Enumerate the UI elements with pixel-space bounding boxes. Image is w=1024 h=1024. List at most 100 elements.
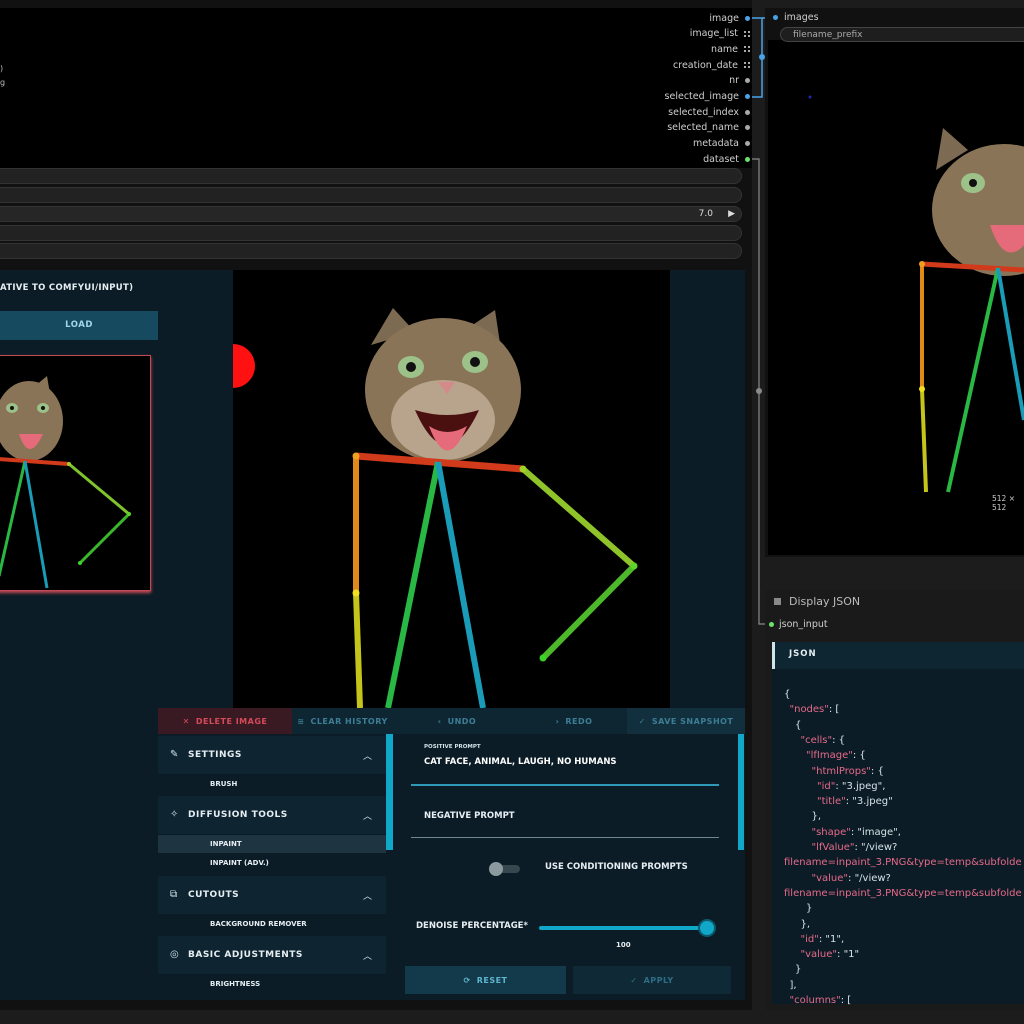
section-diffusion-tools[interactable]: ✧ DIFFUSION TOOLS ︿: [158, 796, 386, 834]
json-key: "htmlProps": [811, 765, 871, 777]
output-label: selected_name: [667, 122, 739, 134]
output-label: metadata: [692, 138, 739, 150]
output-image[interactable]: image: [709, 11, 750, 25]
json-value: : "1": [837, 949, 860, 961]
apply-button[interactable]: ✓ APPLY: [573, 966, 731, 994]
negative-prompt-underline: [411, 837, 719, 838]
output-selected-name[interactable]: selected_name: [667, 121, 750, 135]
chevron-left-icon: ‹: [437, 716, 442, 726]
json-value: {: [784, 689, 791, 700]
save-snapshot-button[interactable]: ✓ SAVE SNAPSHOT: [627, 708, 745, 734]
preview-cat-pose: [808, 95, 1024, 493]
node-collapse-icon[interactable]: [774, 598, 781, 605]
list-slot-icon: [744, 62, 750, 69]
section-basic-adjustments[interactable]: ◎ BASIC ADJUSTMENTS ︿: [158, 936, 386, 974]
undo-button[interactable]: ‹ UNDO: [393, 708, 521, 734]
apply-label: APPLY: [643, 975, 674, 985]
json-key: "cells": [800, 734, 833, 746]
json-value: : "/view?: [848, 872, 891, 884]
list-slot-icon: [744, 30, 750, 37]
tool-item-background-remover[interactable]: BACKGROUND REMOVER: [158, 915, 386, 933]
json-value: },: [800, 918, 811, 930]
widget-row-5[interactable]: [0, 243, 742, 259]
check-icon: ✓: [638, 716, 646, 726]
output-selected-image[interactable]: selected_image: [665, 90, 750, 104]
delete-image-label: DELETE IMAGE: [195, 716, 268, 726]
negative-prompt-input[interactable]: NEGATIVE PROMPT: [424, 811, 515, 821]
filename-prefix-field[interactable]: filename_prefix: [780, 27, 1024, 42]
preview-image: [768, 40, 1024, 555]
json-input[interactable]: json_input: [769, 619, 828, 630]
json-value: },: [811, 811, 822, 823]
tool-item-inpaint-adv[interactable]: INPAINT (ADV.): [158, 854, 386, 872]
save-snapshot-label: SAVE SNAPSHOT: [651, 716, 734, 726]
input-dot-icon: [769, 622, 774, 627]
number-widget[interactable]: 7.0 ▶: [0, 206, 742, 222]
json-value: : "3.jpeg",: [835, 780, 886, 792]
images-input-label: images: [784, 12, 819, 23]
widget-row-4[interactable]: [0, 225, 742, 241]
delete-image-button[interactable]: ✕ DELETE IMAGE: [158, 708, 292, 734]
output-dataset[interactable]: dataset: [703, 152, 750, 166]
widget-row-2[interactable]: [0, 187, 742, 203]
tool-item-inpaint[interactable]: INPAINT: [158, 835, 386, 853]
denoise-slider[interactable]: [539, 926, 707, 930]
section-label: BASIC ADJUSTMENTS: [188, 950, 303, 960]
json-line: "value": "1": [801, 949, 860, 960]
redo-button[interactable]: › REDO: [521, 708, 627, 734]
json-key: "value": [800, 949, 838, 961]
editor-canvas[interactable]: [233, 270, 670, 708]
section-cutouts[interactable]: ⧉ CUTOUTS ︿: [158, 876, 386, 914]
denoise-value: 100: [616, 941, 631, 949]
display-json-title[interactable]: Display JSON: [774, 595, 860, 608]
positive-prompt-underline: [411, 784, 719, 786]
json-value: : "1",: [818, 933, 845, 945]
json-value: : [: [828, 704, 840, 716]
chevron-up-icon: ︿: [362, 811, 372, 822]
clear-history-label: CLEAR HISTORY: [310, 716, 388, 726]
settings-scrollbar[interactable]: [738, 734, 744, 850]
section-settings[interactable]: ✎ SETTINGS ︿: [158, 736, 386, 774]
refresh-icon: ⟳: [463, 975, 471, 985]
denoise-slider-handle[interactable]: [700, 921, 714, 935]
json-line: filename=inpaint_3.PNG&type=temp&subfold…: [784, 888, 1022, 899]
output-label: name: [711, 43, 738, 55]
output-nr[interactable]: nr: [729, 74, 750, 88]
json-value: {: [795, 719, 802, 731]
tools-panel: ✎ SETTINGS ︿ BRUSH ✧ DIFFUSION TOOLS ︿ I…: [158, 734, 386, 1000]
tool-item-brush[interactable]: BRUSH: [158, 775, 386, 793]
output-creation-date[interactable]: creation_date: [673, 58, 750, 72]
reset-button[interactable]: ⟳ RESET: [405, 966, 566, 994]
json-line: "cells": {: [801, 735, 846, 746]
conditioning-toggle-knob[interactable]: [489, 862, 503, 876]
output-dot-icon: [745, 156, 750, 162]
positive-prompt-label: POSITIVE PROMPT: [424, 744, 481, 750]
output-dot-icon: [745, 78, 750, 84]
display-json-title-text: Display JSON: [789, 595, 861, 608]
output-selected-index[interactable]: selected_index: [668, 105, 750, 119]
canvas-pose-image: [233, 308, 638, 708]
json-value: ],: [789, 979, 797, 991]
json-line: "columns": [: [790, 995, 852, 1006]
input-dot-icon: [773, 15, 778, 20]
thumbnail-image[interactable]: [0, 355, 151, 591]
undo-label: UNDO: [447, 716, 477, 726]
widget-row-1[interactable]: [0, 168, 742, 184]
output-label: nr: [729, 75, 739, 87]
tools-scrollbar[interactable]: [386, 734, 393, 850]
clear-history-button[interactable]: ≋ CLEAR HISTORY: [292, 708, 393, 734]
output-label: creation_date: [673, 59, 738, 71]
load-button[interactable]: LOAD: [0, 311, 158, 340]
wand-icon: ✧: [170, 809, 179, 820]
check-icon: ✓: [630, 975, 638, 985]
positive-prompt-input[interactable]: CAT FACE, ANIMAL, LAUGH, NO HUMANS: [424, 757, 617, 767]
output-image-list[interactable]: image_list: [690, 27, 750, 41]
output-label: selected_index: [668, 106, 739, 118]
output-metadata[interactable]: metadata: [693, 137, 750, 151]
images-input[interactable]: images: [773, 12, 819, 23]
editor-toolbar: ✕ DELETE IMAGE ≋ CLEAR HISTORY ‹ UNDO › …: [158, 708, 745, 734]
json-value: : {: [832, 734, 846, 746]
output-name[interactable]: name: [711, 42, 750, 56]
tool-item-brightness[interactable]: BRIGHTNESS: [158, 975, 386, 993]
increment-arrow-icon[interactable]: ▶: [728, 207, 735, 221]
